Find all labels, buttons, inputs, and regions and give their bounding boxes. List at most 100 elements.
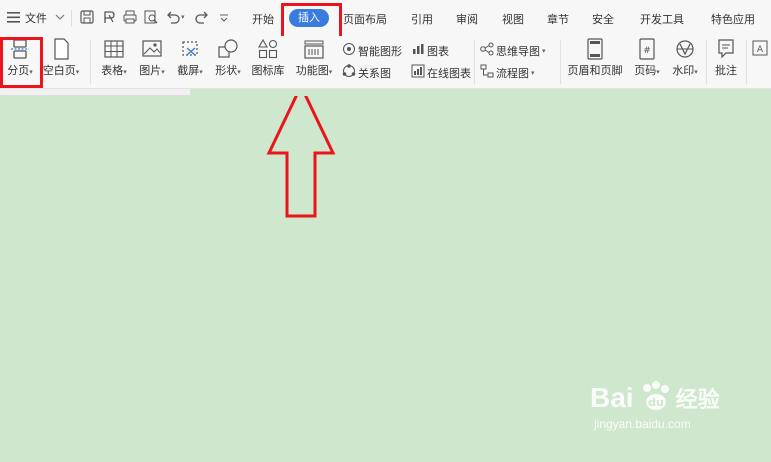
text-box-button[interactable]: A [750,38,770,60]
comment-button[interactable]: 批注 [708,38,744,78]
tab-security[interactable]: 安全 [592,11,614,27]
save-icon[interactable] [80,10,94,24]
relation-chart-button[interactable]: 关系图 [342,64,391,81]
ribbon-divider [90,40,91,84]
function-chart-icon [292,38,336,60]
tab-home[interactable]: 开始 [252,11,274,27]
icon-library-label: 图标库 [251,64,285,77]
caret-icon: ▾ [75,68,80,76]
chart-icon [411,42,425,59]
shape-icon [210,38,246,60]
function-chart-label: 功能图 [295,64,329,77]
header-footer-label: 页眉和页脚 [567,64,623,77]
function-chart-button[interactable]: 功能图▾ [292,38,336,78]
chevron-down-icon[interactable] [55,11,65,25]
caret-icon: ▾ [328,68,333,76]
picture-label: 图片 [139,64,162,77]
picture-icon [134,38,170,60]
page-number-icon: # [628,38,666,60]
watermark-button[interactable]: 水印▾ [666,38,704,78]
tab-references[interactable]: 引用 [411,11,433,27]
baidu-watermark: Bai du 经验 jingyan.baidu.com [590,380,720,431]
customize-toolbar-icon[interactable] [219,12,229,26]
online-chart-label: 在线图表 [427,66,471,80]
ribbon-divider [706,40,707,84]
tab-page-layout[interactable]: 页面布局 [343,11,387,27]
mind-map-icon [480,42,494,59]
tab-view[interactable]: 视图 [502,11,524,27]
menu-bar: 文件 ▾ 开始 插入 页面布局 引用 审阅 视图 章节 安全 开发工具 特色应用 [0,0,771,36]
tab-developer[interactable]: 开发工具 [640,11,684,27]
svg-text:du: du [648,396,664,409]
ribbon-divider [560,40,561,84]
screenshot-button[interactable]: 截屏▾ [172,38,208,78]
export-pdf-icon[interactable] [102,10,116,24]
tab-chapter[interactable]: 章节 [547,11,569,27]
ribbon-divider [474,40,475,84]
watermark-url: jingyan.baidu.com [594,417,691,431]
blank-page-label: 空白页 [42,64,76,77]
header-footer-icon [564,38,626,60]
shape-button[interactable]: 形状▾ [210,38,246,78]
flow-chart-button[interactable]: 流程图 ▾ [480,64,535,81]
mind-map-label: 思维导图 [496,44,540,58]
screenshot-label: 截屏 [177,64,200,77]
online-chart-icon [411,64,425,81]
horizontal-ruler[interactable] [0,89,190,96]
ribbon-insert: 分页▾ 空白页▾ 表格▾ 图片▾ 截屏▾ 形状▾ 图标库 功能图▾ 智能图形 图… [0,36,771,89]
tab-features[interactable]: 特色应用 [711,11,755,27]
caret-icon: ▾ [656,68,660,76]
smart-art-label: 智能图形 [358,44,402,58]
page-number-button[interactable]: # 页码▾ [628,38,666,78]
icon-library-button[interactable]: 图标库 [248,38,288,78]
relation-chart-icon [342,64,356,81]
ribbon-divider [746,40,747,84]
tab-review[interactable]: 审阅 [456,11,478,27]
text-box-icon: A [750,38,770,60]
paw-icon: du [638,380,672,415]
icon-library-icon [248,38,288,60]
header-footer-button[interactable]: 页眉和页脚 [564,38,626,78]
print-preview-icon[interactable] [144,10,158,24]
chart-button[interactable]: 图表 [411,42,449,59]
online-chart-button[interactable]: 在线图表 [411,64,471,81]
comment-icon [708,38,744,60]
watermark-icon [666,38,704,60]
undo-icon[interactable] [166,10,180,24]
svg-text:#: # [643,46,651,56]
picture-button[interactable]: 图片▾ [134,38,170,78]
shape-label: 形状 [215,64,238,77]
flow-chart-icon [480,64,494,81]
mind-map-button[interactable]: 思维导图 ▾ [480,42,546,59]
redo-icon[interactable] [195,10,209,24]
divider [71,10,72,26]
svg-text:A: A [757,45,764,55]
caret-icon: ▾ [237,68,241,76]
caret-icon: ▾ [199,68,203,76]
flow-chart-label: 流程图 [496,66,529,80]
relation-chart-label: 关系图 [358,66,391,80]
print-icon[interactable] [123,10,137,24]
table-icon [96,38,132,60]
smart-art-button[interactable]: 智能图形 [342,42,402,59]
baidu-brand: Bai [590,381,634,413]
screenshot-icon [172,38,208,60]
table-label: 表格 [101,64,124,77]
chart-label: 图表 [427,44,449,58]
blank-page-button[interactable]: 空白页▾ [40,38,82,78]
undo-dropdown-icon[interactable]: ▾ [181,13,185,21]
smart-art-icon [342,42,356,59]
annotation-arrow-icon [266,96,336,218]
watermark-label: 水印 [672,64,695,77]
file-menu[interactable]: 文件 [25,10,47,26]
insert-tab-highlight [281,3,342,40]
caret-icon: ▾ [123,68,127,76]
blank-page-icon [40,38,82,60]
table-button[interactable]: 表格▾ [96,38,132,78]
hamburger-icon[interactable] [7,12,20,26]
page-number-label: 页码 [634,64,657,77]
caret-icon: ▾ [694,68,698,76]
caret-icon: ▾ [542,46,546,55]
caret-icon: ▾ [531,68,535,77]
baidu-brand-jingyan: 经验 [675,387,720,413]
